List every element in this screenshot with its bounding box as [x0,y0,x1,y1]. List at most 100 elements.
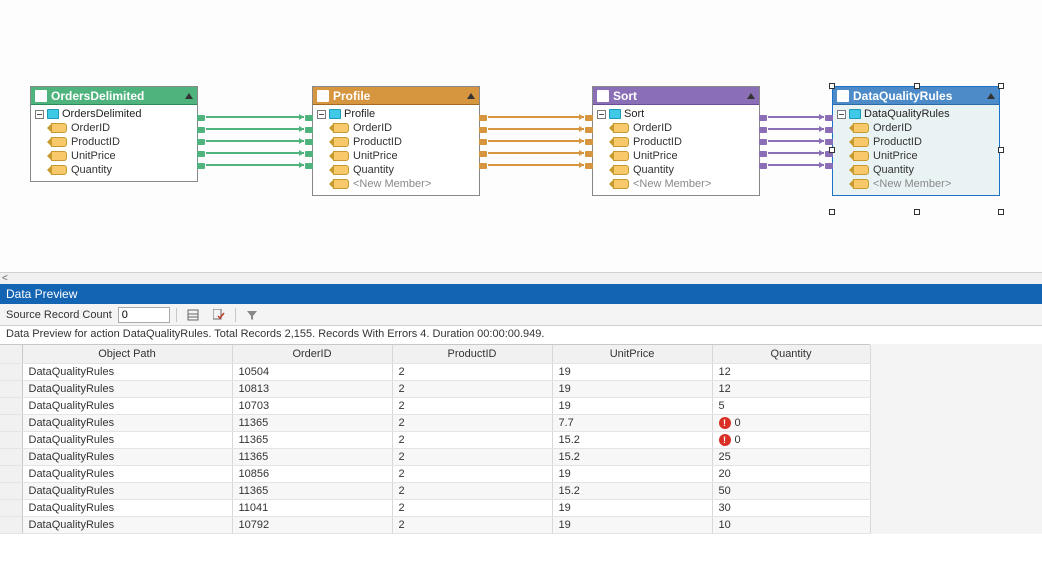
cell-quantity[interactable]: 20 [712,465,870,482]
field-row[interactable]: UnitPrice [315,149,477,163]
cell-productid[interactable]: 2 [392,431,552,448]
row-header[interactable] [0,516,22,533]
selection-handle[interactable] [914,209,920,215]
cell-productid[interactable]: 2 [392,465,552,482]
cell-productid[interactable]: 2 [392,397,552,414]
table-row[interactable]: DataQualityRules1050421912 [0,363,870,380]
col-orderid[interactable]: OrderID [232,345,392,363]
field-row[interactable]: UnitPrice [595,149,757,163]
cell-unitprice[interactable]: 15.2 [552,482,712,499]
new-member-row[interactable]: <New Member> [315,177,477,191]
field-row[interactable]: UnitPrice [835,149,997,163]
node-header[interactable]: Sort [593,87,759,105]
field-row[interactable]: ProductID [315,135,477,149]
cell-unitprice[interactable]: 19 [552,499,712,516]
cell-orderid[interactable]: 10856 [232,465,392,482]
selection-handle[interactable] [998,147,1004,153]
cell-quantity[interactable]: 12 [712,380,870,397]
collapse-icon[interactable] [747,93,755,99]
validate-button[interactable] [209,307,229,323]
table-row[interactable]: DataQualityRules1085621920 [0,465,870,482]
field-row[interactable]: OrderID [835,121,997,135]
cell-quantity[interactable]: !0 [712,431,870,448]
row-header[interactable] [0,499,22,516]
selection-handle[interactable] [829,83,835,89]
cell-path[interactable]: DataQualityRules [22,482,232,499]
cell-orderid[interactable]: 10504 [232,363,392,380]
workflow-canvas[interactable]: < OrdersDelimitedOrdersDelimitedOrderIDP… [0,0,1042,284]
field-row[interactable]: ProductID [33,135,195,149]
canvas-scrollbar[interactable]: < [0,272,1042,284]
row-header[interactable] [0,363,22,380]
row-header[interactable] [0,448,22,465]
cell-productid[interactable]: 2 [392,482,552,499]
selection-handle[interactable] [998,209,1004,215]
source-record-count-input[interactable] [118,307,170,323]
cell-productid[interactable]: 2 [392,499,552,516]
cell-path[interactable]: DataQualityRules [22,363,232,380]
field-row[interactable]: ProductID [835,135,997,149]
table-row[interactable]: DataQualityRules1081321912 [0,380,870,397]
row-header[interactable] [0,397,22,414]
row-header[interactable] [0,380,22,397]
table-row[interactable]: DataQualityRules11365215.2!0 [0,431,870,448]
cell-path[interactable]: DataQualityRules [22,499,232,516]
row-header[interactable] [0,465,22,482]
selection-handle[interactable] [914,83,920,89]
collapse-icon[interactable] [987,93,995,99]
cell-unitprice[interactable]: 19 [552,465,712,482]
expand-toggle[interactable] [35,110,44,119]
node-header[interactable]: Profile [313,87,479,105]
table-row[interactable]: DataQualityRules1104121930 [0,499,870,516]
selection-handle[interactable] [829,209,835,215]
field-row[interactable]: Quantity [595,163,757,177]
collapse-icon[interactable] [467,93,475,99]
field-row[interactable]: ProductID [595,135,757,149]
col-object-path[interactable]: Object Path [22,345,232,363]
expand-toggle[interactable] [837,110,846,119]
grid-view-button[interactable] [183,307,203,323]
cell-orderid[interactable]: 11365 [232,431,392,448]
node-profile[interactable]: ProfileProfileOrderIDProductIDUnitPriceQ… [312,86,480,196]
cell-unitprice[interactable]: 19 [552,397,712,414]
cell-quantity[interactable]: 5 [712,397,870,414]
col-productid[interactable]: ProductID [392,345,552,363]
col-unitprice[interactable]: UnitPrice [552,345,712,363]
cell-quantity[interactable]: 25 [712,448,870,465]
field-row[interactable]: OrderID [33,121,195,135]
cell-path[interactable]: DataQualityRules [22,448,232,465]
col-quantity[interactable]: Quantity [712,345,870,363]
cell-unitprice[interactable]: 7.7 [552,414,712,431]
cell-path[interactable]: DataQualityRules [22,465,232,482]
selection-handle[interactable] [998,83,1004,89]
cell-quantity[interactable]: 50 [712,482,870,499]
new-member-row[interactable]: <New Member> [835,177,997,191]
cell-orderid[interactable]: 10792 [232,516,392,533]
table-row[interactable]: DataQualityRules1136527.7!0 [0,414,870,431]
field-row[interactable]: OrderID [315,121,477,135]
cell-quantity[interactable]: 10 [712,516,870,533]
field-row[interactable]: Quantity [33,163,195,177]
cell-unitprice[interactable]: 19 [552,363,712,380]
cell-orderid[interactable]: 11365 [232,482,392,499]
field-row[interactable]: OrderID [595,121,757,135]
table-row[interactable]: DataQualityRules11365215.225 [0,448,870,465]
cell-productid[interactable]: 2 [392,516,552,533]
expand-toggle[interactable] [597,110,606,119]
row-header[interactable] [0,482,22,499]
cell-path[interactable]: DataQualityRules [22,516,232,533]
cell-productid[interactable]: 2 [392,363,552,380]
selection-handle[interactable] [829,147,835,153]
data-preview-grid[interactable]: Object Path OrderID ProductID UnitPrice … [0,344,870,534]
cell-path[interactable]: DataQualityRules [22,380,232,397]
cell-productid[interactable]: 2 [392,448,552,465]
collapse-icon[interactable] [185,93,193,99]
row-header[interactable] [0,431,22,448]
node-dqr[interactable]: DataQualityRulesDataQualityRulesOrderIDP… [832,86,1000,196]
cell-orderid[interactable]: 10703 [232,397,392,414]
cell-unitprice[interactable]: 19 [552,516,712,533]
cell-orderid[interactable]: 11041 [232,499,392,516]
expand-toggle[interactable] [317,110,326,119]
cell-orderid[interactable]: 10813 [232,380,392,397]
row-header[interactable] [0,414,22,431]
